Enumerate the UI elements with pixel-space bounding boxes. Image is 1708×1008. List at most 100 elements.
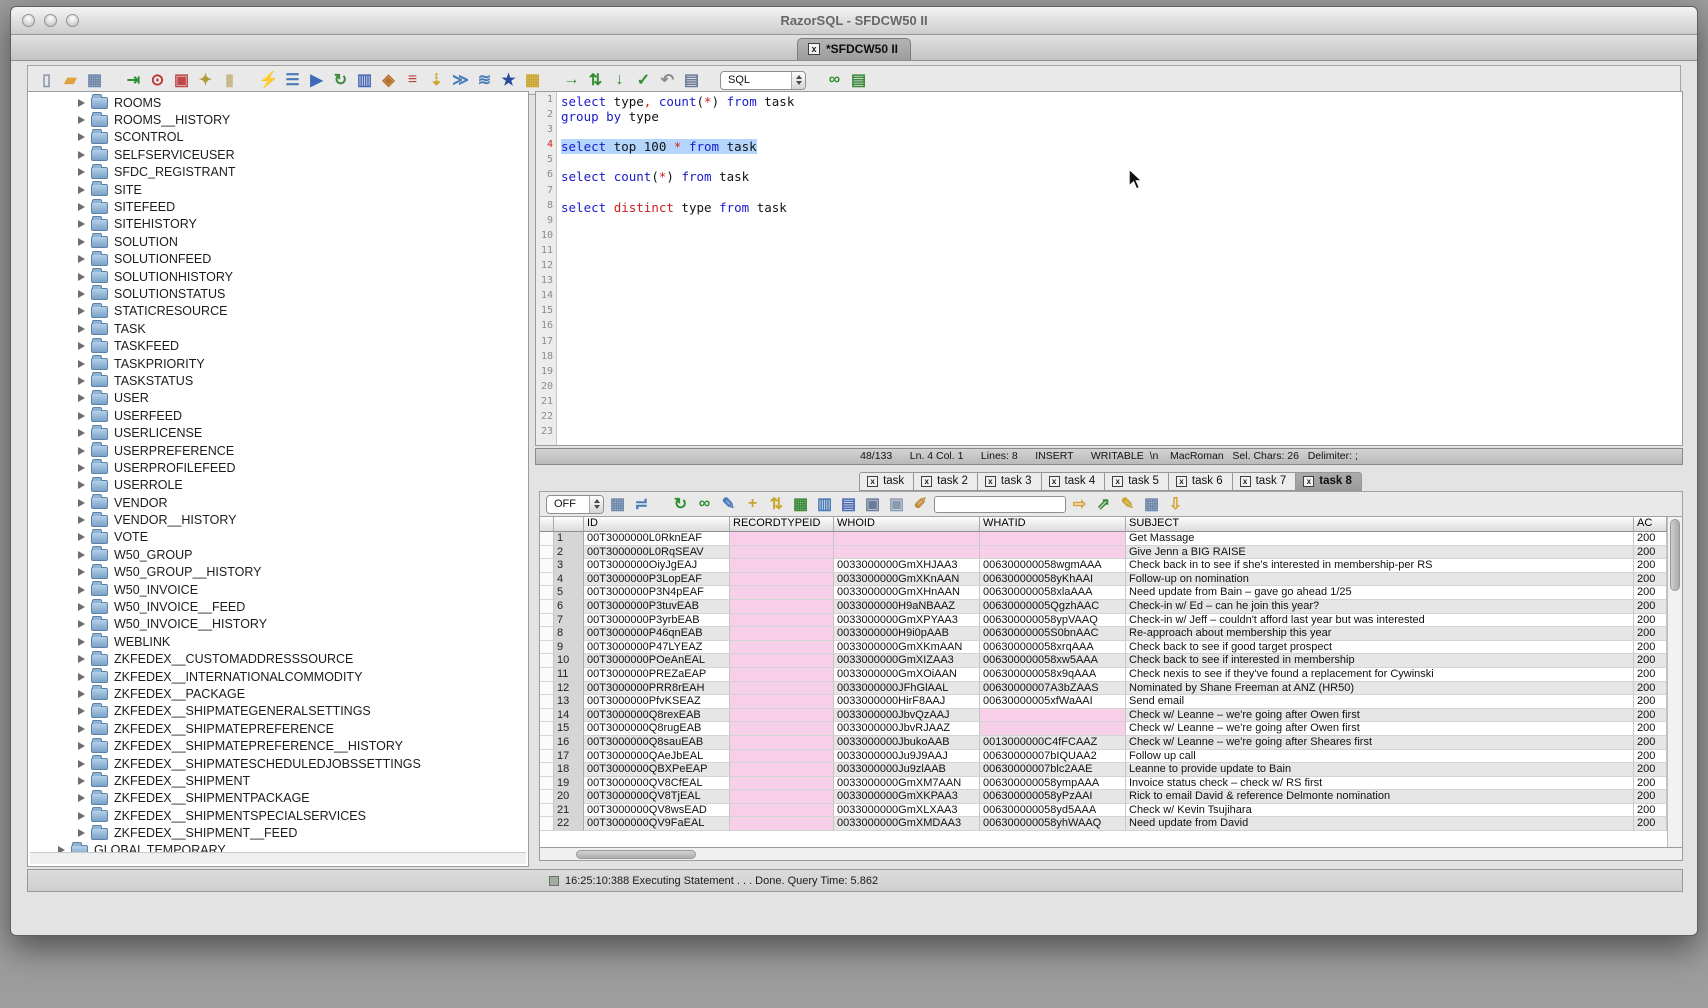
code-area[interactable]: select type, count(*) from taskgroup by …: [557, 92, 1682, 445]
grid-cell[interactable]: 200: [1634, 722, 1667, 736]
sql-mode-select[interactable]: SQL: [720, 71, 806, 90]
grid-cell[interactable]: 00T3000000QV9FaEAL: [584, 817, 730, 831]
export-list-icon[interactable]: ⇣: [426, 69, 447, 91]
grid-cell[interactable]: Send email: [1126, 695, 1634, 709]
grid-cell[interactable]: 200: [1634, 641, 1667, 655]
column-header-blank[interactable]: [554, 517, 584, 532]
tree-item-taskstatus[interactable]: TASKSTATUS: [30, 372, 526, 389]
code-line[interactable]: select count(*) from task: [561, 169, 1682, 184]
grid-cell[interactable]: 006300000058x9qAAA: [980, 668, 1126, 682]
refresh-icon[interactable]: ↻: [330, 69, 351, 91]
tree-item-taskfeed[interactable]: TASKFEED: [30, 337, 526, 354]
table-row[interactable]: 1200T3000000PRR8rEAH0033000000JFhGlAAL00…: [540, 682, 1667, 696]
grid-cell[interactable]: 0033000000GmXM7AAN: [834, 777, 980, 791]
table-row[interactable]: 2000T3000000QV8TjEAL0033000000GmXKPAA300…: [540, 790, 1667, 804]
grid-cell[interactable]: Give Jenn a BIG RAISE: [1126, 546, 1634, 560]
disclosure-triangle-icon[interactable]: [78, 255, 85, 263]
tree-item-solutionstatus[interactable]: SOLUTIONSTATUS: [30, 285, 526, 302]
column-header-id[interactable]: ID: [584, 517, 730, 532]
result-tab-task-8[interactable]: xtask 8: [1295, 472, 1362, 491]
grid-cell[interactable]: 006300000058yKhAAI: [980, 573, 1126, 587]
row-selector-cell[interactable]: [540, 641, 554, 655]
disclosure-triangle-icon[interactable]: [78, 655, 85, 663]
disclosure-triangle-icon[interactable]: [78, 777, 85, 785]
row-selector-cell[interactable]: [540, 559, 554, 573]
grid-cell[interactable]: 00630000007blc2AAE: [980, 763, 1126, 777]
grid-cell[interactable]: 200: [1634, 763, 1667, 777]
grid-cell[interactable]: Get Massage: [1126, 532, 1634, 546]
tree-item-weblink[interactable]: WEBLINK: [30, 633, 526, 650]
code-line[interactable]: [561, 381, 1682, 396]
grid-cell[interactable]: 0033000000HirF8AAJ: [834, 695, 980, 709]
grid-horizontal-scrollbar[interactable]: [539, 848, 1683, 861]
tree-item-zkfedex-internationalcommodity[interactable]: ZKFEDEX__INTERNATIONALCOMMODITY: [30, 668, 526, 685]
save-icon[interactable]: ▦: [84, 69, 105, 91]
tree-item-scontrol[interactable]: SCONTROL: [30, 129, 526, 146]
code-line[interactable]: [561, 290, 1682, 305]
row-selector-cell[interactable]: [540, 668, 554, 682]
disclosure-triangle-icon[interactable]: [78, 429, 85, 437]
table-row[interactable]: 1300T3000000PfvKSEAZ0033000000HirF8AAJ00…: [540, 695, 1667, 709]
save-results-icon[interactable]: ▦: [607, 493, 628, 515]
grid-cell[interactable]: 00T3000000PfvKSEAZ: [584, 695, 730, 709]
grid-cell[interactable]: 00T3000000Q8sauEAB: [584, 736, 730, 750]
grid-cell[interactable]: 200: [1634, 559, 1667, 573]
close-result-tab-icon[interactable]: x: [1240, 476, 1251, 487]
grid-cell[interactable]: Leanne to provide update to Bain: [1126, 763, 1634, 777]
code-line[interactable]: [561, 336, 1682, 351]
grid-cell[interactable]: 0033000000GmXKnAAN: [834, 573, 980, 587]
grid-cell[interactable]: [730, 641, 834, 655]
disclosure-triangle-icon[interactable]: [78, 307, 85, 315]
refresh-results-icon[interactable]: ↻: [670, 493, 691, 515]
close-window-button[interactable]: [22, 14, 35, 27]
code-line[interactable]: [561, 351, 1682, 366]
grid-cell[interactable]: [730, 627, 834, 641]
code-line[interactable]: [561, 245, 1682, 260]
grid-cell[interactable]: Check w/ Leanne – we're going after Owen…: [1126, 722, 1634, 736]
favorite-star-icon[interactable]: ★: [498, 69, 519, 91]
grid-cell[interactable]: 0033000000GmXHnAAN: [834, 586, 980, 600]
grid-cell[interactable]: Need update from Bain – gave go ahead 1/…: [1126, 586, 1634, 600]
tree-item-sitefeed[interactable]: SITEFEED: [30, 198, 526, 215]
disclosure-triangle-icon[interactable]: [78, 360, 85, 368]
grid-cell[interactable]: [980, 532, 1126, 546]
disclosure-triangle-icon[interactable]: [78, 464, 85, 472]
tree-item-zkfedex-shipmatepreference[interactable]: ZKFEDEX__SHIPMATEPREFERENCE: [30, 720, 526, 737]
grid-cell[interactable]: 200: [1634, 682, 1667, 696]
grid-cell[interactable]: [730, 573, 834, 587]
tree-item-sfdc-registrant[interactable]: SFDC_REGISTRANT: [30, 164, 526, 181]
tree-item-zkfedex-shipment-feed[interactable]: ZKFEDEX__SHIPMENT__FEED: [30, 824, 526, 841]
tree-item-solution[interactable]: SOLUTION: [30, 233, 526, 250]
grid-cell[interactable]: [730, 546, 834, 560]
stepper-icon[interactable]: [791, 72, 805, 89]
grid-cell[interactable]: 200: [1634, 546, 1667, 560]
grid-cell[interactable]: [730, 600, 834, 614]
row-selector-cell[interactable]: [540, 573, 554, 587]
grid-cell[interactable]: 006300000058xw5AAA: [980, 654, 1126, 668]
grid-cell[interactable]: [730, 709, 834, 723]
grid-cell[interactable]: 00T3000000QV8wsEAD: [584, 804, 730, 818]
export-results-icon[interactable]: ⇗: [1093, 493, 1114, 515]
disclosure-triangle-icon[interactable]: [78, 481, 85, 489]
grid-cell[interactable]: 200: [1634, 695, 1667, 709]
table-row[interactable]: 2200T3000000QV9FaEAL0033000000GmXMDAA300…: [540, 817, 1667, 831]
grid-cell[interactable]: 00T3000000P3N4pEAF: [584, 586, 730, 600]
title-bar[interactable]: RazorSQL - SFDCW50 II: [11, 7, 1697, 35]
log-icon[interactable]: ▤: [681, 69, 702, 91]
reload-table-icon[interactable]: ▦: [790, 493, 811, 515]
grid-cell[interactable]: 00T3000000P3LopEAF: [584, 573, 730, 587]
disclosure-triangle-icon[interactable]: [78, 342, 85, 350]
table-info-icon[interactable]: ▤: [848, 69, 869, 91]
tree-item-rooms-history[interactable]: ROOMS__HISTORY: [30, 111, 526, 128]
grid-cell[interactable]: 00T3000000QAeJbEAL: [584, 750, 730, 764]
new-file-icon[interactable]: ▯: [36, 69, 57, 91]
grid-cell[interactable]: [730, 790, 834, 804]
grid-cell[interactable]: [980, 546, 1126, 560]
disclosure-triangle-icon[interactable]: [78, 238, 85, 246]
results-search-input[interactable]: [934, 496, 1066, 513]
minimize-window-button[interactable]: [44, 14, 57, 27]
grid-cell[interactable]: 200: [1634, 804, 1667, 818]
fetch-icon[interactable]: ↓: [609, 69, 630, 91]
disclosure-triangle-icon[interactable]: [78, 794, 85, 802]
row-selector-cell[interactable]: [540, 682, 554, 696]
